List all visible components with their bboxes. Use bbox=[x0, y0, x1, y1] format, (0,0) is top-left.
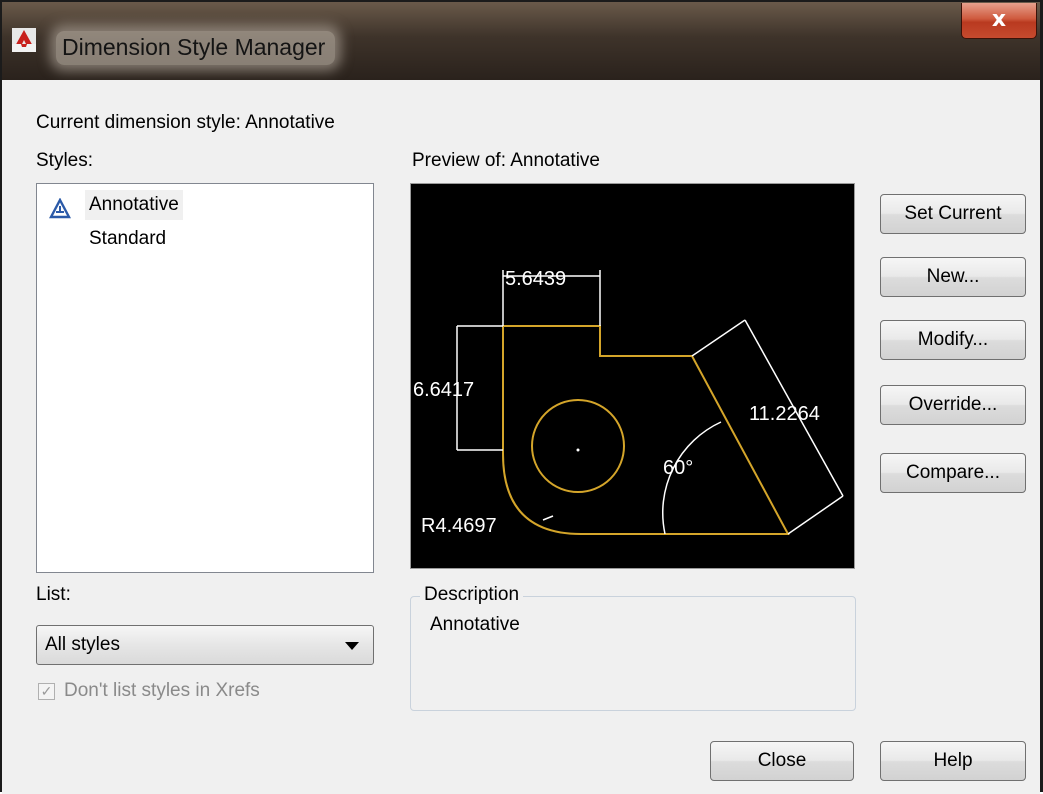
dialog-body: Current dimension style: Annotative Styl… bbox=[2, 80, 1040, 794]
list-filter-value: All styles bbox=[45, 634, 120, 655]
dim-top-label: 5.6439 bbox=[505, 268, 566, 290]
dropdown-arrow-icon bbox=[345, 642, 359, 650]
dim-right-label: 11.2264 bbox=[749, 403, 820, 425]
compare-button[interactable]: Compare... bbox=[880, 453, 1026, 493]
preview-drawing: 5.6439 6.6417 11.2264 60° R4.4697 bbox=[413, 268, 844, 537]
window-title: Dimension Style Manager bbox=[56, 31, 336, 65]
dim-radius-label: R4.4697 bbox=[421, 515, 497, 537]
styles-listbox[interactable]: Annotative Standard bbox=[36, 183, 374, 573]
modify-button[interactable]: Modify... bbox=[880, 320, 1026, 360]
description-text: Annotative bbox=[430, 614, 520, 635]
dimension-style-manager-window: Dimension Style Manager x Current dimens… bbox=[0, 0, 1043, 794]
style-item-standard[interactable]: Standard bbox=[85, 224, 170, 254]
help-button[interactable]: Help bbox=[880, 741, 1026, 781]
dim-angle-label: 60° bbox=[663, 457, 693, 479]
styles-label: Styles: bbox=[36, 150, 94, 171]
new-button[interactable]: New... bbox=[880, 257, 1026, 297]
preview-label: Preview of: Annotative bbox=[412, 150, 600, 171]
center-mark bbox=[576, 448, 580, 452]
annotative-icon bbox=[49, 198, 71, 219]
current-style-label: Current dimension style: Annotative bbox=[36, 112, 335, 133]
list-label: List: bbox=[36, 584, 71, 605]
preview-geometry bbox=[502, 325, 790, 535]
override-button[interactable]: Override... bbox=[880, 385, 1026, 425]
list-filter-select[interactable]: All styles bbox=[36, 625, 374, 665]
style-item-annotative[interactable]: Annotative bbox=[85, 190, 183, 220]
close-button[interactable]: Close bbox=[710, 741, 854, 781]
title-bar[interactable]: Dimension Style Manager x bbox=[2, 2, 1040, 80]
preview-dimensions bbox=[456, 270, 844, 535]
dimension-preview: 5.6439 6.6417 11.2264 60° R4.4697 bbox=[410, 183, 855, 569]
close-window-button[interactable]: x bbox=[961, 3, 1037, 39]
description-legend: Description bbox=[420, 584, 524, 606]
dim-left-label: 6.6417 bbox=[413, 379, 474, 401]
xrefs-checkbox[interactable]: ✓ bbox=[38, 683, 55, 700]
autocad-app-icon bbox=[12, 28, 36, 52]
xrefs-checkbox-label: Don't list styles in Xrefs bbox=[64, 680, 260, 701]
set-current-button[interactable]: Set Current bbox=[880, 194, 1026, 234]
